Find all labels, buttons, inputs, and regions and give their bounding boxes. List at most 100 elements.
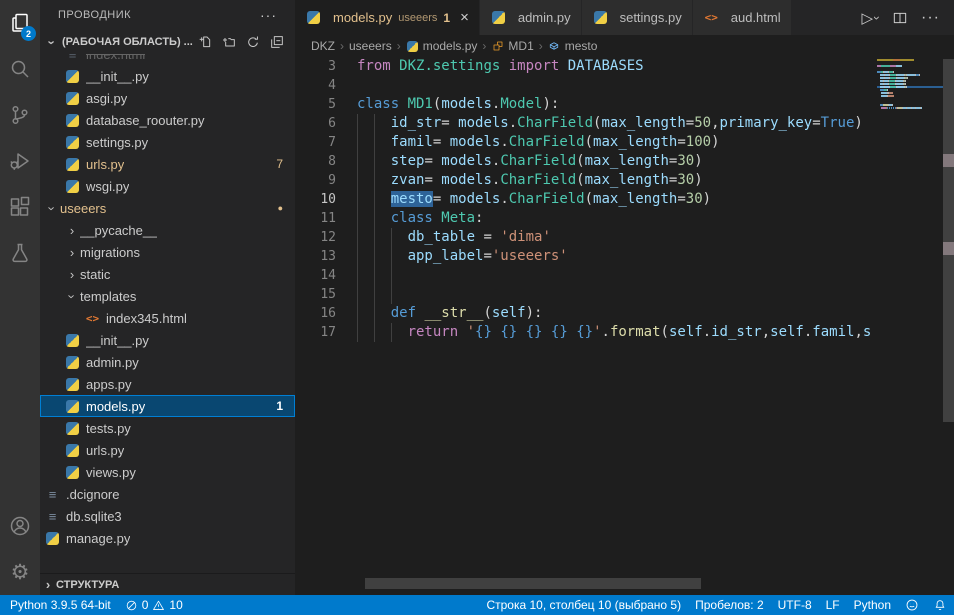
bell-button[interactable]: [926, 595, 954, 615]
encoding-status[interactable]: UTF-8: [771, 595, 819, 615]
line-number[interactable]: 12: [295, 228, 336, 247]
indent-guide: [391, 228, 392, 247]
activity-item-settings[interactable]: ⚙: [0, 549, 40, 595]
tree-item-migrations[interactable]: ›migrations: [40, 241, 295, 263]
breadcrumb-item-models.py[interactable]: models.py: [406, 39, 478, 53]
python-interpreter-status[interactable]: Python 3.9.5 64-bit: [0, 595, 118, 615]
tree-item-urls.py[interactable]: urls.py7: [40, 153, 295, 175]
split-editor-button[interactable]: [892, 10, 908, 26]
line-number[interactable]: 14: [295, 266, 336, 285]
line-number[interactable]: 8: [295, 152, 336, 171]
tree-item-manage.py[interactable]: manage.py: [40, 527, 295, 549]
new-folder-icon[interactable]: [221, 34, 237, 50]
line-number[interactable]: 6: [295, 114, 336, 133]
line-number[interactable]: 9: [295, 171, 336, 190]
breadcrumb-item-useeers[interactable]: useeers: [349, 39, 392, 53]
vertical-scrollbar-thumb[interactable]: [943, 59, 954, 422]
activity-item-extensions[interactable]: [0, 184, 40, 230]
workspace-section-header[interactable]: › (РАБОЧАЯ ОБЛАСТЬ) ...: [40, 30, 295, 54]
line-number[interactable]: 13: [295, 247, 336, 266]
feedback-button[interactable]: [898, 595, 926, 615]
tree-item-views.py[interactable]: views.py: [40, 461, 295, 483]
tree-item-wsgi.py[interactable]: wsgi.py: [40, 175, 295, 197]
activity-item-source-control[interactable]: [0, 92, 40, 138]
code-line-9[interactable]: 9zvan= models.CharField(max_length=30): [295, 171, 877, 190]
horizontal-scrollbar-thumb[interactable]: [365, 578, 701, 589]
tab-settings.py[interactable]: settings.py: [582, 0, 693, 35]
breadcrumb-item-mesto[interactable]: mesto: [548, 39, 598, 53]
problems-status[interactable]: 0 10: [118, 595, 190, 615]
tree-item-static[interactable]: ›static: [40, 263, 295, 285]
breadcrumb-item-DKZ[interactable]: DKZ: [311, 39, 335, 53]
breadcrumb-item-MD1[interactable]: MD1: [491, 39, 533, 53]
code-line-11[interactable]: 11class Meta:: [295, 209, 877, 228]
language-mode-status[interactable]: Python: [847, 595, 898, 615]
tree-item-apps.py[interactable]: apps.py: [40, 373, 295, 395]
line-number[interactable]: 5: [295, 95, 336, 114]
line-content: famil= models.CharField(max_length=100): [357, 133, 877, 152]
new-file-icon[interactable]: [197, 34, 213, 50]
tree-item-__pycache__[interactable]: ›__pycache__: [40, 219, 295, 241]
code-line-16[interactable]: 16def __str__(self):: [295, 304, 877, 323]
tab-admin.py[interactable]: admin.py: [480, 0, 582, 35]
collapse-all-icon[interactable]: [269, 34, 285, 50]
activity-item-explorer[interactable]: 2: [0, 0, 40, 46]
activity-item-run-debug[interactable]: [0, 138, 40, 184]
sidebar-more-actions-icon[interactable]: ···: [260, 7, 277, 23]
tree-item-index.html[interactable]: ≡index.html: [40, 54, 295, 65]
code-line-8[interactable]: 8step= models.CharField(max_length=30): [295, 152, 877, 171]
line-number[interactable]: 7: [295, 133, 336, 152]
code-line-3[interactable]: 3from DKZ.settings import DATABASES: [295, 57, 877, 76]
code-line-5[interactable]: 5class MD1(models.Model):: [295, 95, 877, 114]
line-number[interactable]: 4: [295, 76, 336, 95]
tree-item-__init__.py[interactable]: __init__.py: [40, 65, 295, 87]
indentation-status[interactable]: Пробелов: 2: [688, 595, 771, 615]
activity-item-search[interactable]: [0, 46, 40, 92]
tree-item-database_roouter.py[interactable]: database_roouter.py: [40, 109, 295, 131]
minimap-seg: [889, 92, 893, 94]
line-number[interactable]: 17: [295, 323, 336, 342]
line-number[interactable]: 11: [295, 209, 336, 228]
tree-item-admin.py[interactable]: admin.py: [40, 351, 295, 373]
tree-item-db.sqlite3[interactable]: ≡db.sqlite3: [40, 505, 295, 527]
tree-item-useeers[interactable]: ›useeers●: [40, 197, 295, 219]
more-actions-button[interactable]: ···: [921, 9, 940, 27]
minimap[interactable]: [877, 59, 943, 110]
code-line-4[interactable]: 4: [295, 76, 877, 95]
code-line-7[interactable]: 7 famil= models.CharField(max_length=100): [295, 133, 877, 152]
tab-aud.html[interactable]: <>aud.html: [693, 0, 792, 35]
line-number[interactable]: 16: [295, 304, 336, 323]
code-line-6[interactable]: 6id_str= models.CharField(max_length=50,…: [295, 114, 877, 133]
tree-item-templates[interactable]: ›templates: [40, 285, 295, 307]
run-button[interactable]: ▷›: [861, 9, 879, 27]
close-icon[interactable]: ×: [460, 10, 469, 25]
eol-status[interactable]: LF: [819, 595, 847, 615]
tree-item-tests.py[interactable]: tests.py: [40, 417, 295, 439]
tab-models.py[interactable]: models.pyuseeers1×: [295, 0, 480, 35]
tree-item-urls.py[interactable]: urls.py: [40, 439, 295, 461]
tree-item-.dcignore[interactable]: ≡.dcignore: [40, 483, 295, 505]
code-line-12[interactable]: 12db_table = 'dima': [295, 228, 877, 247]
code-line-13[interactable]: 13app_label='useeers': [295, 247, 877, 266]
line-number[interactable]: 3: [295, 57, 336, 76]
tree-item-asgi.py[interactable]: asgi.py: [40, 87, 295, 109]
outline-section-header[interactable]: › СТРУКТУРА: [40, 573, 295, 595]
tree-item-__init__.py[interactable]: __init__.py: [40, 329, 295, 351]
editor-area[interactable]: 3from DKZ.settings import DATABASES45cla…: [295, 57, 954, 595]
code-token: ': [593, 324, 601, 340]
tree-item-index345.html[interactable]: <>index345.html: [40, 307, 295, 329]
line-number[interactable]: 15: [295, 285, 336, 304]
code-line-15[interactable]: 15: [295, 285, 877, 304]
code-token: =: [424, 172, 441, 188]
code-line-10[interactable]: 10mesto= models.CharField(max_length=30): [295, 190, 877, 209]
cursor-position-status[interactable]: Строка 10, столбец 10 (выбрано 5): [476, 595, 688, 615]
code-line-17[interactable]: 17return '{} {} {} {} {}'.format(self.id…: [295, 323, 877, 342]
tree-item-settings.py[interactable]: settings.py: [40, 131, 295, 153]
activity-item-testing[interactable]: [0, 230, 40, 276]
minimap-line: [877, 86, 943, 88]
tree-item-models.py[interactable]: models.py1: [40, 395, 295, 417]
line-number[interactable]: 10: [295, 190, 336, 209]
activity-item-account[interactable]: [0, 503, 40, 549]
code-line-14[interactable]: 14: [295, 266, 877, 285]
refresh-icon[interactable]: [245, 34, 261, 50]
